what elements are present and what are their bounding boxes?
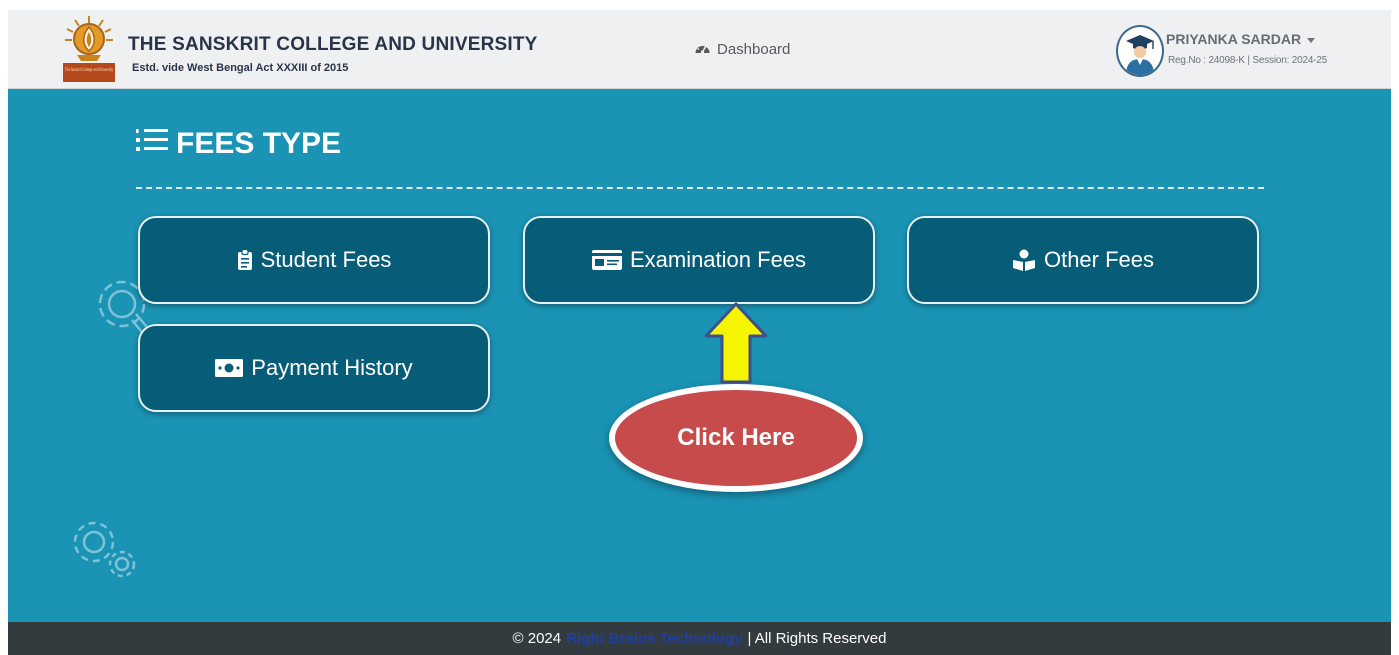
pointer-arrow-icon bbox=[704, 302, 768, 388]
dashboard-label: Dashboard bbox=[717, 41, 791, 58]
footer-copyright: © 2024 bbox=[512, 630, 562, 647]
title-divider bbox=[136, 187, 1264, 189]
student-fees-label: Student Fees bbox=[260, 247, 392, 272]
dashboard-link[interactable]: Dashboard bbox=[694, 40, 790, 59]
money-bill-icon bbox=[215, 359, 244, 377]
click-here-text: Click Here bbox=[677, 424, 795, 451]
list-ol-icon bbox=[136, 126, 168, 162]
click-here-callout: Click Here bbox=[609, 384, 863, 492]
reader-icon bbox=[1012, 249, 1036, 271]
id-card-icon bbox=[591, 250, 622, 270]
user-name: PRIYANKA SARDAR bbox=[1166, 31, 1302, 47]
payment-history-label: Payment History bbox=[251, 355, 413, 380]
college-logo[interactable]: The Sanskrit College and University bbox=[61, 15, 117, 83]
other-fees-button[interactable]: Other Fees bbox=[907, 216, 1259, 304]
user-registration-info: Reg.No : 24098-K | Session: 2024-25 bbox=[1168, 55, 1328, 66]
top-navbar: The Sanskrit College and University THE … bbox=[8, 10, 1391, 89]
college-established-text: Estd. vide West Bengal Act XXXIII of 201… bbox=[132, 62, 349, 74]
examination-fees-button[interactable]: Examination Fees bbox=[523, 216, 875, 304]
examination-fees-label: Examination Fees bbox=[629, 247, 807, 272]
other-fees-label: Other Fees bbox=[1043, 247, 1155, 272]
payment-history-button[interactable]: Payment History bbox=[138, 324, 490, 412]
footer-rights: | All Rights Reserved bbox=[747, 630, 887, 647]
page-title: FEES TYPE bbox=[136, 126, 341, 162]
clipboard-icon bbox=[237, 249, 253, 271]
gears-decoration-icon bbox=[68, 518, 140, 586]
page: The Sanskrit College and University THE … bbox=[8, 10, 1391, 655]
footer-brand-link[interactable]: Right Brains Technology bbox=[566, 630, 742, 647]
page-title-text: FEES TYPE bbox=[176, 127, 342, 160]
college-name: THE SANSKRIT COLLEGE AND UNIVERSITY bbox=[128, 34, 538, 55]
user-menu-toggle[interactable]: PRIYANKA SARDAR bbox=[1166, 31, 1316, 47]
tachometer-icon bbox=[694, 40, 711, 59]
footer: © 2024 Right Brains Technology | All Rig… bbox=[8, 622, 1391, 655]
caret-down-icon bbox=[1307, 31, 1316, 47]
student-fees-button[interactable]: Student Fees bbox=[138, 216, 490, 304]
logo-caption: The Sanskrit College and University bbox=[64, 67, 113, 73]
user-avatar[interactable] bbox=[1116, 25, 1164, 77]
